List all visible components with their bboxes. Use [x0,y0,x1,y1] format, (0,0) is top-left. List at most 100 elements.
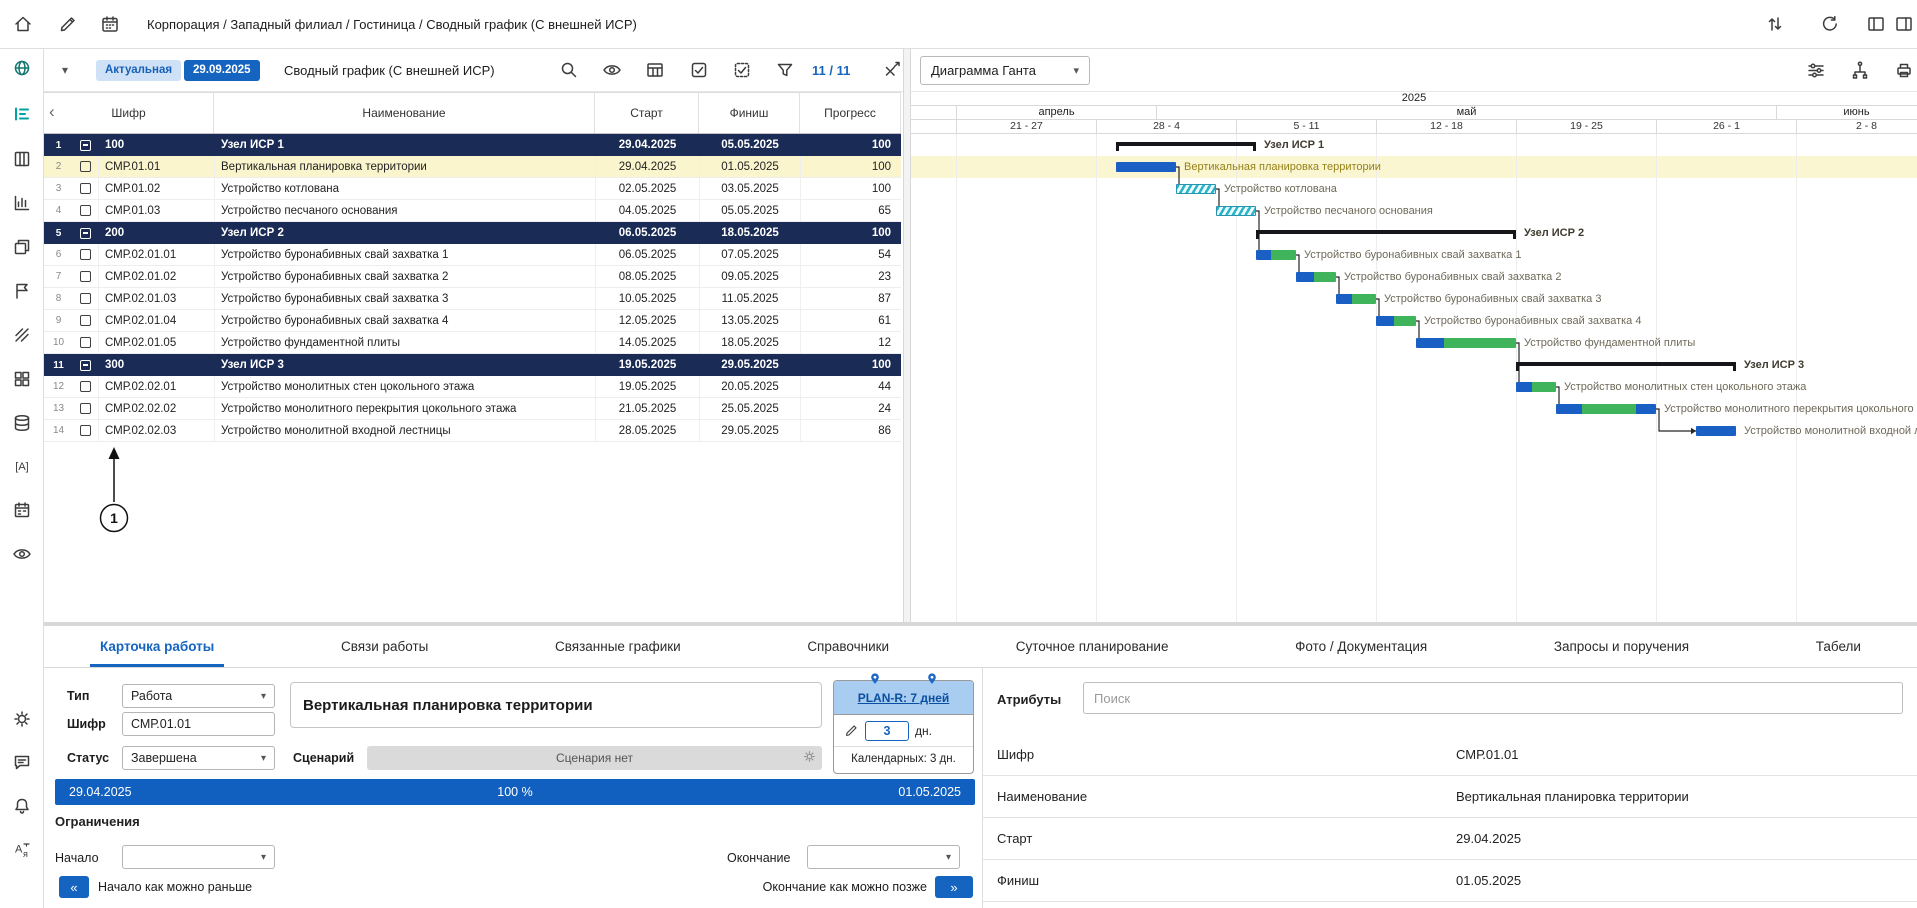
view-mode-select[interactable]: Диаграмма Ганта ▾ [920,56,1090,85]
table-row[interactable]: 6СМР.02.01.01Устройство буронабивных сва… [44,244,901,266]
eye-icon[interactable] [602,60,622,80]
grid-apps-icon[interactable] [12,369,32,389]
translate-icon[interactable]: Aя [12,840,32,860]
refresh-icon[interactable] [1820,14,1842,36]
table-row[interactable]: 2СМР.01.01Вертикальная планировка террит… [44,156,901,178]
gantt-task-bar[interactable] [1516,382,1556,392]
attributes-search-input[interactable] [1083,682,1903,714]
gantt-task-bar[interactable] [1696,426,1736,436]
work-name-input[interactable] [290,682,822,728]
row-checkbox[interactable] [80,271,91,282]
calendar-grid-icon[interactable] [12,500,32,520]
row-checkbox[interactable] [80,337,91,348]
checkbox-check-all-icon[interactable] [732,60,752,80]
outline-active-icon[interactable] [12,104,32,124]
table-row[interactable]: 9СМР.02.01.04Устройство буронабивных сва… [44,310,901,332]
scenario-field[interactable]: Сценария нет [367,746,822,770]
column-header-start[interactable]: Старт [595,93,699,133]
alap-button[interactable]: » [935,876,973,898]
layout-split-left-icon[interactable] [1866,14,1888,36]
gantt-task-bar[interactable] [1176,184,1216,194]
table-row[interactable]: 3СМР.01.02Устройство котлована02.05.2025… [44,178,901,200]
row-checkbox[interactable] [80,140,91,151]
print-icon[interactable] [1894,60,1914,80]
checkbox-checked-icon[interactable] [689,60,709,80]
gantt-task-bar[interactable] [1116,162,1176,172]
type-select[interactable]: Работа▾ [122,684,275,708]
gantt-task-bar[interactable] [1336,294,1376,304]
tab-item[interactable]: Суточное планирование [1006,626,1179,667]
hierarchy-flow-icon[interactable] [1850,60,1870,80]
copy-pages-icon[interactable] [12,237,32,257]
collapse-pane-icon[interactable]: ‹ [49,102,55,122]
clear-filter-icon[interactable] [882,60,902,80]
row-checkbox[interactable] [80,315,91,326]
table-row[interactable]: 5200Узел ИСР 206.05.202518.05.2025100 [44,222,901,244]
gantt-task-bar[interactable] [1556,404,1656,414]
status-select[interactable]: Завершена▾ [122,746,275,770]
table-row[interactable]: 14СМР.02.02.03Устройство монолитной вход… [44,420,901,442]
gantt-summary-bar[interactable] [1116,142,1256,146]
chevron-down-icon[interactable]: ▾ [62,63,68,77]
row-checkbox[interactable] [80,293,91,304]
code-input[interactable] [122,712,275,736]
board-columns-icon[interactable] [12,149,32,169]
hatch-lines-icon[interactable] [12,325,32,345]
notifications-bell-icon[interactable] [12,796,32,816]
table-columns-icon[interactable] [645,60,665,80]
swap-vertical-icon[interactable] [1765,14,1787,36]
date-badge[interactable]: 29.09.2025 [184,60,260,81]
gantt-summary-bar[interactable] [1256,230,1516,234]
row-checkbox[interactable] [80,183,91,194]
table-row[interactable]: 10СМР.02.01.05Устройство фундаментной пл… [44,332,901,354]
gantt-task-bar[interactable] [1256,250,1296,260]
table-row[interactable]: 4СМР.01.03Устройство песчаного основания… [44,200,901,222]
gantt-task-bar[interactable] [1216,206,1256,216]
gantt-task-bar[interactable] [1376,316,1416,326]
row-checkbox[interactable] [80,249,91,260]
gantt-task-bar[interactable] [1416,338,1516,348]
database-icon[interactable] [12,413,32,433]
tab-item[interactable]: Фото / Документация [1285,626,1437,667]
column-header-progress[interactable]: Прогресс [800,93,901,133]
gantt-summary-bar[interactable] [1516,362,1736,366]
table-row[interactable]: 1100Узел ИСР 129.04.202505.05.2025100 [44,134,901,156]
globe-icon[interactable] [12,58,32,78]
finish-constraint-select[interactable]: ▾ [807,845,960,869]
row-checkbox[interactable] [80,228,91,239]
row-checkbox[interactable] [80,403,91,414]
row-checkbox[interactable] [80,425,91,436]
flag-icon[interactable] [12,281,32,301]
gantt-task-bar[interactable] [1296,272,1336,282]
row-checkbox[interactable] [80,360,91,371]
tab-item[interactable]: Связи работы [331,626,438,667]
bar-chart-icon[interactable] [12,193,32,213]
calendar-icon[interactable] [100,14,122,36]
attribute-icon[interactable]: [A] [12,456,32,476]
filter-funnel-icon[interactable] [775,60,795,80]
column-header-finish[interactable]: Финиш [699,93,800,133]
table-row[interactable]: 7СМР.02.01.02Устройство буронабивных сва… [44,266,901,288]
row-checkbox[interactable] [80,205,91,216]
home-icon[interactable] [13,14,35,36]
table-row[interactable]: 12СМР.02.02.01Устройство монолитных стен… [44,376,901,398]
search-icon[interactable] [559,60,579,80]
gear-icon[interactable] [802,749,817,764]
eye-icon[interactable] [12,544,32,564]
tab-item[interactable]: Карточка работы [90,626,224,667]
tab-item[interactable]: Связанные графики [545,626,691,667]
duration-input[interactable] [865,721,909,741]
row-checkbox[interactable] [80,381,91,392]
layout-split-right-icon[interactable] [1894,14,1916,36]
tab-item[interactable]: Запросы и поручения [1544,626,1699,667]
asap-button[interactable]: « [59,876,89,898]
table-row[interactable]: 11300Узел ИСР 319.05.202529.05.2025100 [44,354,901,376]
edit-pencil-icon[interactable] [58,14,80,36]
tab-item[interactable]: Табели [1806,626,1871,667]
table-row[interactable]: 13СМР.02.02.02Устройство монолитного пер… [44,398,901,420]
theme-sun-icon[interactable] [12,709,32,729]
start-constraint-select[interactable]: ▾ [122,845,275,869]
comments-icon[interactable] [12,752,32,772]
tab-item[interactable]: Справочники [797,626,899,667]
status-badge[interactable]: Актуальная [96,60,181,81]
